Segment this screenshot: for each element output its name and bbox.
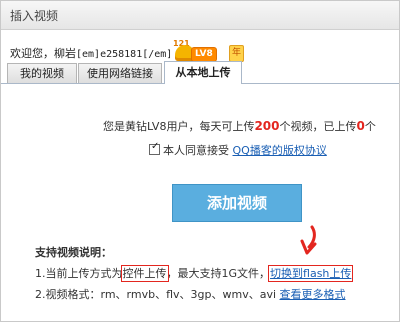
dialog-titlebar: 插入视频 [1,1,399,30]
quota-text-before: 您是黄钻LV8用户，每天可上传 [103,120,255,133]
help-video-formats: 2.视频格式：rm、rmvb、flv、3gp、wmv、avi 查看更多格式 [35,286,346,302]
level-badge: LV8 [191,47,217,62]
consent-label: 本人同意接受 [163,144,229,157]
consent-row: ✓ 本人同意接受 QQ播客的版权协议 [149,141,327,158]
tab-bar: 我的视频 使用网络链接 从本地上传 [1,61,399,84]
help-line2-before: 2.视频格式：rm、rmvb、flv、3gp、wmv、avi [35,288,280,301]
upload-limit-value: 200 [254,119,280,133]
upload-method-highlight: 控件上传 [120,265,169,282]
consent-checkbox[interactable]: ✓ [149,141,160,155]
year-badge: 年 [229,45,244,62]
help-upload-method: 1.当前上传方式为控件上传，最大支持1G文件，切换到flash上传 [35,265,354,282]
switch-to-flash-link[interactable]: 切换到flash上传 [268,265,354,282]
help-line1-before: 1.当前上传方式为 [35,267,123,280]
dialog-title: 插入视频 [10,9,59,23]
user-badges: 121 LV8 年 [173,39,244,62]
uploaded-count-value: 0 [356,119,365,133]
help-title: 支持视频说明： [35,246,112,259]
red-arrow-annotation [300,225,317,255]
welcome-user-tag: [em]e258181[/em] [76,49,173,60]
tab-my-videos[interactable]: 我的视频 [7,63,77,83]
more-formats-link[interactable]: 查看更多格式 [280,288,346,301]
help-line1-middle: ，最大支持1G文件， [166,267,271,280]
quota-text-middle: 个视频，已上传 [279,120,357,133]
add-video-button[interactable]: 添加视频 [172,184,302,222]
insert-video-dialog: 插入视频 欢迎您，柳岩[em]e258181[/em] 121 LV8 年 我的… [0,0,400,322]
welcome-prefix: 欢迎您，柳岩 [10,47,76,60]
copyright-agreement-link[interactable]: QQ播客的版权协议 [233,144,327,157]
upload-quota-text: 您是黄钻LV8用户，每天可上传200个视频，已上传0个 [103,118,376,134]
welcome-text: 欢迎您，柳岩[em]e258181[/em] [10,45,172,61]
tab-network-link[interactable]: 使用网络链接 [78,63,162,83]
tab-local-upload[interactable]: 从本地上传 [164,61,242,84]
quota-text-after: 个 [364,120,376,133]
checkmark-icon: ✓ [151,141,160,152]
